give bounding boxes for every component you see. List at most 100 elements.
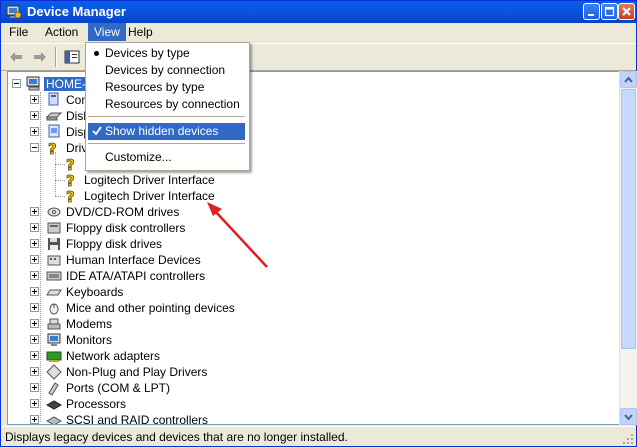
tree-category[interactable]: Network adapters <box>8 348 308 364</box>
minimize-icon <box>588 14 594 16</box>
expand-toggle[interactable] <box>30 367 39 376</box>
window-title: Device Manager <box>27 4 126 19</box>
expand-toggle[interactable] <box>30 399 39 408</box>
scroll-up-icon <box>624 76 633 83</box>
tree-category[interactable]: Disp <box>8 124 90 140</box>
unknown-device-icon: ? <box>66 188 76 204</box>
tree-category[interactable]: DVD/CD-ROM drives <box>8 204 308 220</box>
disk-drive-icon <box>46 112 62 121</box>
device-manager-icon <box>6 5 22 19</box>
expand-toggle[interactable] <box>30 255 39 264</box>
menu-separator <box>88 116 245 118</box>
menu-action[interactable]: Action <box>39 23 84 41</box>
show-hide-console-tree-icon[interactable] <box>63 48 81 66</box>
expand-toggle[interactable] <box>30 207 39 216</box>
status-bar: Displays legacy devices and devices that… <box>1 426 636 447</box>
expand-toggle[interactable] <box>30 287 39 296</box>
vertical-scrollbar[interactable] <box>619 71 637 425</box>
maximize-button[interactable] <box>601 3 618 20</box>
scsi-controller-icon <box>46 416 62 424</box>
expand-toggle[interactable] <box>30 223 39 232</box>
expand-toggle[interactable] <box>30 111 39 120</box>
tree-category[interactable]: Floppy disk controllers <box>8 220 308 236</box>
tree-category[interactable]: ? Driv <box>8 140 88 156</box>
floppy-controller-icon <box>47 222 61 234</box>
tree-category[interactable]: SCSI and RAID controllers <box>8 412 308 424</box>
close-icon <box>622 7 631 16</box>
forward-arrow-icon[interactable] <box>31 48 49 66</box>
keyboard-icon <box>46 289 62 296</box>
unknown-device-icon: ? <box>66 156 76 172</box>
floppy-drive-icon <box>48 238 60 250</box>
ide-controller-icon <box>46 271 62 281</box>
menu-view[interactable]: View <box>88 23 126 41</box>
menu-item-customize[interactable]: Customize... <box>88 149 245 166</box>
scroll-down-button[interactable] <box>620 408 637 425</box>
menu-item-show-hidden-devices[interactable]: Show hidden devices <box>88 123 245 140</box>
minimize-button[interactable] <box>583 3 600 20</box>
expand-toggle[interactable] <box>30 271 39 280</box>
display-adapter-icon <box>48 124 60 138</box>
resize-grip-icon[interactable] <box>622 433 634 445</box>
tree-category[interactable]: Human Interface Devices <box>8 252 308 268</box>
maximize-icon <box>604 6 615 17</box>
tree-child[interactable]: ? Logitech Driver Interface <box>8 188 248 204</box>
expand-toggle[interactable] <box>30 127 39 136</box>
expand-toggle[interactable] <box>30 415 39 424</box>
tree-category[interactable]: Mice and other pointing devices <box>8 300 308 316</box>
collapse-toggle[interactable] <box>12 79 21 88</box>
expand-toggle[interactable] <box>30 95 39 104</box>
monitor-icon <box>47 333 61 346</box>
tree-category[interactable]: Floppy disk drives <box>8 236 308 252</box>
tree-category[interactable]: Processors <box>8 396 308 412</box>
tree-category[interactable]: Modems <box>8 316 308 332</box>
expand-toggle[interactable] <box>30 351 39 360</box>
scroll-up-button[interactable] <box>620 71 637 88</box>
svg-text:?: ? <box>66 172 75 188</box>
checkmark-icon <box>92 126 102 136</box>
status-text: Displays legacy devices and devices that… <box>5 430 348 444</box>
menu-separator <box>88 143 245 145</box>
expand-toggle[interactable] <box>30 335 39 344</box>
view-menu-dropdown: Devices by type Devices by connection Re… <box>85 42 250 171</box>
mouse-icon <box>49 303 59 315</box>
tree-category[interactable]: IDE ATA/ATAPI controllers <box>8 268 308 284</box>
processor-icon <box>46 400 62 410</box>
svg-text:?: ? <box>66 188 75 204</box>
hid-icon <box>47 255 61 266</box>
menu-item-devices-by-type[interactable]: Devices by type <box>88 45 245 62</box>
menu-help[interactable]: Help <box>122 23 159 41</box>
menu-item-devices-by-connection[interactable]: Devices by connection <box>88 62 245 79</box>
expand-toggle[interactable] <box>30 239 39 248</box>
port-icon <box>48 382 59 396</box>
close-button[interactable] <box>618 3 635 20</box>
tree-category[interactable]: Ports (COM & LPT) <box>8 380 308 396</box>
tree-category[interactable]: Com <box>8 92 91 108</box>
menu-file[interactable]: File <box>3 23 34 41</box>
svg-text:?: ? <box>66 156 75 172</box>
tree-category[interactable]: Monitors <box>8 332 308 348</box>
modem-icon <box>47 318 61 330</box>
tree-child[interactable]: ? Logitech Driver Interface <box>8 172 248 188</box>
network-adapter-icon <box>46 351 62 362</box>
expand-toggle[interactable] <box>30 383 39 392</box>
collapse-toggle[interactable] <box>30 143 39 152</box>
expand-toggle[interactable] <box>30 319 39 328</box>
device-manager-window: Device Manager File Action View Help HOM… <box>0 0 637 447</box>
tree-child[interactable]: ? <box>8 156 88 172</box>
computer-icon <box>48 92 59 106</box>
scroll-down-icon <box>624 414 633 421</box>
menu-item-resources-by-type[interactable]: Resources by type <box>88 79 245 96</box>
non-pnp-driver-icon <box>46 364 62 380</box>
menu-item-resources-by-connection[interactable]: Resources by connection <box>88 96 245 113</box>
scroll-thumb[interactable] <box>621 89 636 349</box>
expand-toggle[interactable] <box>30 303 39 312</box>
title-bar[interactable]: Device Manager <box>1 1 636 23</box>
unknown-device-icon: ? <box>48 140 58 156</box>
cdrom-icon <box>47 207 61 217</box>
tree-category[interactable]: Non-Plug and Play Drivers <box>8 364 308 380</box>
back-arrow-icon[interactable] <box>7 48 25 66</box>
tree-category[interactable]: Disk <box>8 108 89 124</box>
tree-category[interactable]: Keyboards <box>8 284 308 300</box>
computer-icon <box>26 76 40 91</box>
